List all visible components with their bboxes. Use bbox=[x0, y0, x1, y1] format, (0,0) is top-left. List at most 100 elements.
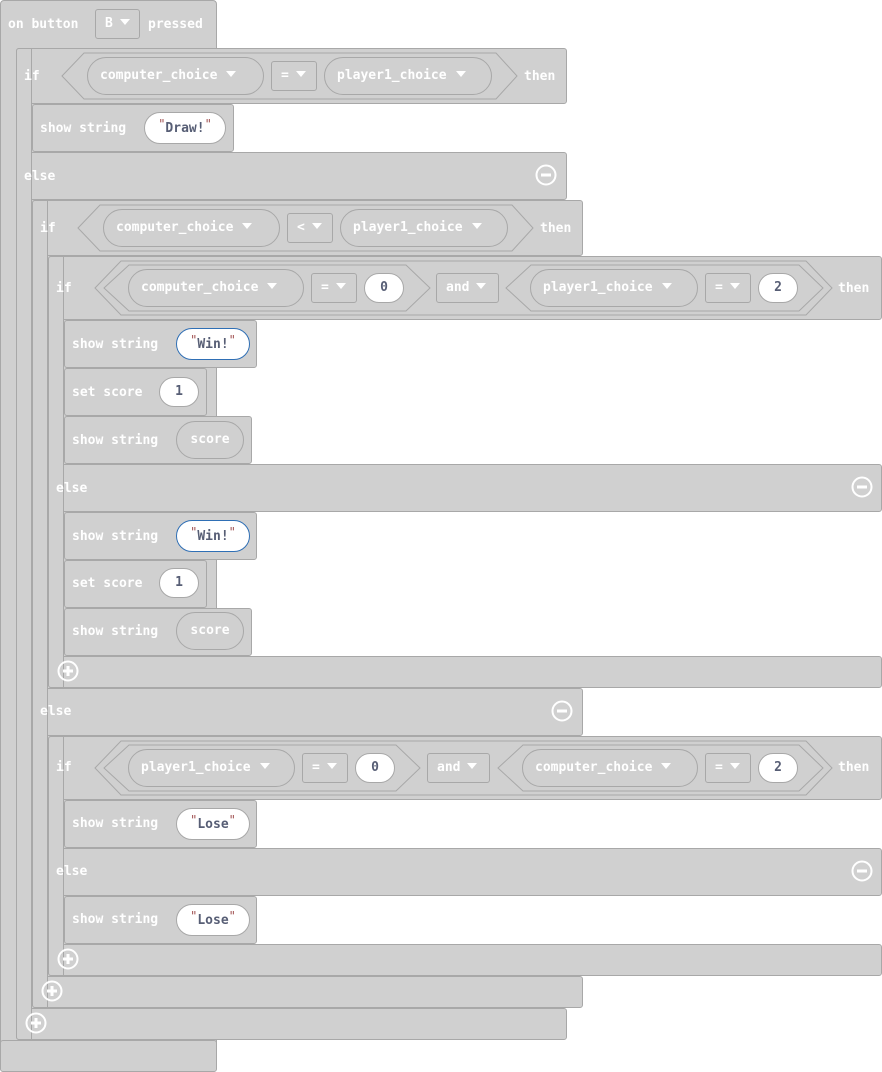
add-plus-icon[interactable] bbox=[25, 1012, 47, 1034]
dropdown-arrow-icon bbox=[467, 762, 478, 769]
computer-choice-var[interactable]: computer_choice bbox=[87, 57, 264, 95]
dropdown-arrow-icon bbox=[455, 70, 466, 77]
var-label: computer_choice bbox=[100, 68, 218, 83]
number-value[interactable]: 2 bbox=[758, 753, 798, 783]
operator-value: = bbox=[281, 68, 289, 83]
operator-value: = bbox=[715, 760, 723, 775]
inner-if-2-footer[interactable] bbox=[48, 944, 882, 976]
operator-dropdown[interactable]: < bbox=[287, 213, 333, 243]
string-text: Draw! bbox=[165, 121, 205, 136]
collapse-minus-icon[interactable] bbox=[535, 164, 557, 186]
score-value[interactable]: 1 bbox=[159, 568, 199, 598]
and-dropdown[interactable]: and bbox=[436, 273, 499, 303]
then-label: then bbox=[540, 221, 572, 236]
outer-if-spine bbox=[16, 48, 32, 1040]
string-text: Lose bbox=[197, 817, 229, 832]
operator-dropdown[interactable]: = bbox=[302, 753, 348, 783]
number-value[interactable]: 2 bbox=[758, 273, 798, 303]
on-button-label: on button bbox=[8, 17, 79, 32]
score-reporter[interactable]: score bbox=[176, 612, 244, 650]
dropdown-arrow-icon bbox=[295, 70, 306, 77]
operator-dropdown[interactable]: = bbox=[705, 273, 751, 303]
operator-value: = bbox=[321, 280, 329, 295]
string-value-lose[interactable]: "Lose" bbox=[176, 904, 250, 936]
dropdown-arrow-icon bbox=[471, 222, 482, 229]
show-string-label: show string bbox=[72, 912, 159, 927]
set-score-label: set score bbox=[72, 576, 143, 591]
var-label: player1_choice bbox=[141, 760, 251, 775]
show-string-label: show string bbox=[72, 816, 159, 831]
show-string-label: show string bbox=[72, 529, 159, 544]
collapse-minus-icon[interactable] bbox=[851, 476, 873, 498]
show-string-label: show string bbox=[72, 624, 159, 639]
quote-close: " bbox=[228, 525, 236, 539]
player1-choice-var[interactable]: player1_choice bbox=[128, 749, 295, 787]
operator-dropdown[interactable]: = bbox=[311, 273, 357, 303]
string-text: Lose bbox=[197, 913, 229, 928]
operator-value: = bbox=[312, 760, 320, 775]
quote-open: " bbox=[190, 333, 198, 347]
else-label: else bbox=[56, 864, 88, 879]
dropdown-arrow-icon bbox=[661, 282, 672, 289]
var-label: player1_choice bbox=[337, 68, 447, 83]
dropdown-arrow-icon bbox=[476, 282, 487, 289]
string-text: Win! bbox=[197, 529, 229, 544]
dropdown-arrow-icon bbox=[267, 282, 278, 289]
number-value[interactable]: 0 bbox=[355, 753, 395, 783]
computer-choice-var[interactable]: computer_choice bbox=[128, 269, 304, 307]
string-value-win[interactable]: "Win!" bbox=[176, 520, 250, 552]
outer-if-else-header[interactable] bbox=[16, 152, 567, 200]
number-value[interactable]: 0 bbox=[364, 273, 404, 303]
quote-close: " bbox=[228, 909, 236, 923]
if-label: if bbox=[40, 221, 56, 236]
string-value-win[interactable]: "Win!" bbox=[176, 328, 250, 360]
middle-if-footer[interactable] bbox=[32, 976, 583, 1008]
collapse-minus-icon[interactable] bbox=[551, 700, 573, 722]
player1-choice-var[interactable]: player1_choice bbox=[324, 57, 492, 95]
quote-close: " bbox=[228, 813, 236, 827]
show-string-label: show string bbox=[72, 433, 159, 448]
computer-choice-var[interactable]: computer_choice bbox=[522, 749, 698, 787]
score-reporter[interactable]: score bbox=[176, 421, 244, 459]
outer-if-footer[interactable] bbox=[16, 1008, 567, 1040]
var-label: player1_choice bbox=[353, 220, 463, 235]
inner-if-1-footer[interactable] bbox=[48, 656, 882, 688]
dropdown-arrow-icon bbox=[242, 222, 253, 229]
var-label: computer_choice bbox=[141, 280, 259, 295]
string-value-draw[interactable]: "Draw!" bbox=[144, 112, 226, 144]
middle-if-else-header[interactable] bbox=[32, 688, 583, 736]
inner-if-1-else-header[interactable] bbox=[48, 464, 882, 512]
pressed-label: pressed bbox=[148, 17, 203, 32]
quote-open: " bbox=[190, 525, 198, 539]
then-label: then bbox=[524, 69, 556, 84]
player1-choice-var[interactable]: player1_choice bbox=[530, 269, 698, 307]
operator-dropdown[interactable]: = bbox=[705, 753, 751, 783]
player1-choice-var[interactable]: player1_choice bbox=[340, 209, 508, 247]
quote-open: " bbox=[158, 117, 166, 131]
event-block-footer[interactable] bbox=[0, 1040, 217, 1072]
middle-if-spine bbox=[32, 200, 48, 1008]
quote-close: " bbox=[228, 333, 236, 347]
string-value-lose[interactable]: "Lose" bbox=[176, 808, 250, 840]
logic-operator-value: and bbox=[437, 760, 461, 775]
computer-choice-var[interactable]: computer_choice bbox=[103, 209, 280, 247]
button-dropdown[interactable]: B bbox=[95, 9, 140, 39]
var-label: computer_choice bbox=[116, 220, 234, 235]
show-string-label: show string bbox=[72, 337, 159, 352]
add-plus-icon[interactable] bbox=[57, 660, 79, 682]
add-plus-icon[interactable] bbox=[57, 948, 79, 970]
dropdown-arrow-icon bbox=[226, 70, 237, 77]
dropdown-arrow-icon bbox=[119, 18, 130, 25]
quote-close: " bbox=[204, 117, 212, 131]
quote-open: " bbox=[190, 813, 198, 827]
and-dropdown[interactable]: and bbox=[427, 753, 490, 783]
inner-if-2-else-header[interactable] bbox=[48, 848, 882, 896]
then-label: then bbox=[838, 281, 870, 296]
operator-dropdown[interactable]: = bbox=[271, 61, 317, 91]
score-value[interactable]: 1 bbox=[159, 377, 199, 407]
collapse-minus-icon[interactable] bbox=[851, 860, 873, 882]
show-string-label: show string bbox=[40, 121, 127, 136]
add-plus-icon[interactable] bbox=[41, 980, 63, 1002]
operator-value: = bbox=[715, 280, 723, 295]
dropdown-arrow-icon bbox=[326, 762, 337, 769]
